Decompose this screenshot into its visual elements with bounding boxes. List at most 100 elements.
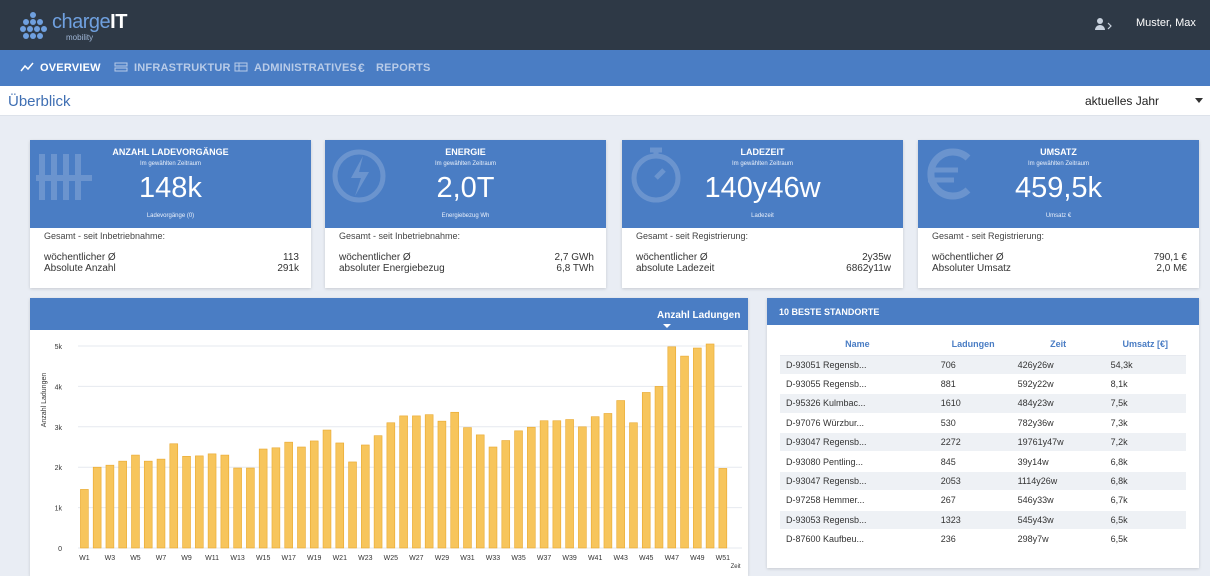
kpi-subtitle: Im gewählten Zeitraum bbox=[731, 161, 794, 167]
bar bbox=[641, 392, 651, 549]
nav-administratives[interactable]: ADMINISTRATIVES bbox=[234, 62, 357, 74]
table-row[interactable]: D-87600 Kaufbeu... 236 298y7w 6,5k bbox=[780, 529, 1186, 549]
table-row[interactable]: D-97076 Würzbur... 530 782y36w 7,3k bbox=[780, 412, 1186, 433]
kpi-row-value: 113 bbox=[283, 252, 299, 263]
kpi-card-header: LADEZEIT Im gewählten Zeitraum 140y46w L… bbox=[622, 140, 903, 228]
kpi-title: ENERGIE bbox=[445, 147, 486, 157]
bar bbox=[284, 441, 293, 549]
kpi-subtitle: Im gewählten Zeitraum bbox=[1027, 161, 1090, 167]
table-row[interactable]: D-93051 Regensb... 706 426y26w 54,3k bbox=[780, 354, 1186, 375]
bar bbox=[718, 468, 728, 549]
kpi-footer: Gesamt - seit Inbetriebnahme: bbox=[44, 231, 166, 241]
x-tick-label: W43 bbox=[613, 555, 628, 562]
x-tick-label: W5 bbox=[130, 555, 141, 562]
kpi-subtitle: Im gewählten Zeitraum bbox=[139, 161, 202, 167]
bar bbox=[501, 440, 511, 549]
column-header[interactable]: Zeit bbox=[1011, 333, 1105, 356]
metric-dropdown[interactable]: Anzahl Ladungen bbox=[657, 310, 748, 332]
table-cell: 7,2k bbox=[1104, 432, 1186, 452]
kpi-card-header: ENERGIE Im gewählten Zeitraum 2,0T Energ… bbox=[325, 140, 606, 228]
table-cell: 236 bbox=[934, 529, 1012, 549]
table-row[interactable]: D-93053 Regensb... 1323 545y43w 6,5k bbox=[780, 509, 1186, 530]
kpi-row-value: 2y35w bbox=[862, 252, 891, 263]
bar bbox=[335, 442, 345, 549]
top-sites-title: 10 BESTE STANDORTE bbox=[779, 307, 880, 317]
bar bbox=[437, 420, 447, 549]
bar bbox=[105, 464, 115, 549]
bar bbox=[309, 440, 319, 549]
bar bbox=[629, 422, 638, 549]
table-cell: 8,1k bbox=[1104, 373, 1186, 394]
nav-infrastruktur-label: INFRASTRUKTUR bbox=[134, 62, 231, 74]
bar bbox=[654, 386, 664, 549]
column-header[interactable]: Name bbox=[780, 333, 935, 356]
bar bbox=[361, 444, 370, 549]
page-title: Überblick bbox=[8, 93, 71, 110]
kpi-row-label: wöchentlicher Ø bbox=[932, 252, 1004, 263]
kpi-title: ANZAHL LADEVORGÄNGE bbox=[112, 147, 229, 157]
chevron-down-icon bbox=[1195, 98, 1203, 103]
table-cell: 6,8k bbox=[1104, 470, 1186, 491]
chevron-down-icon bbox=[663, 324, 671, 328]
x-tick-label: W33 bbox=[486, 555, 501, 562]
table-row[interactable]: D-93055 Regensb... 881 592y22w 8,1k bbox=[780, 373, 1186, 394]
nav-infrastruktur[interactable]: INFRASTRUKTUR bbox=[114, 62, 231, 74]
y-tick-label: 3k bbox=[55, 425, 63, 432]
table-header-row: Name Ladungen Zeit Umsatz [€] bbox=[780, 333, 1186, 356]
table-cell: D-97076 Würzbur... bbox=[780, 412, 935, 433]
x-tick-label: W31 bbox=[460, 555, 475, 562]
table-row[interactable]: D-95326 Kulmbac... 1610 484y23w 7,5k bbox=[780, 393, 1186, 414]
top-sites-table: Name Ladungen Zeit Umsatz [€] D-93051 Regen… bbox=[780, 333, 1186, 549]
user-menu-icon[interactable] bbox=[1094, 16, 1112, 32]
kpi-title: UMSATZ bbox=[1040, 147, 1077, 157]
top-sites-header: 10 BESTE STANDORTE bbox=[767, 298, 1199, 325]
kpi-title: LADEZEIT bbox=[740, 147, 785, 157]
calendar-icon bbox=[234, 62, 248, 72]
main-nav: OVERVIEW INFRASTRUKTUR ADMINISTRATIVES €… bbox=[0, 50, 1210, 86]
bar bbox=[450, 411, 459, 549]
kpi-row-value: 2,7 GWh bbox=[554, 252, 594, 263]
x-tick-label: W9 bbox=[181, 555, 192, 562]
kpi-row-value: 6862y11w bbox=[846, 263, 891, 274]
bar bbox=[616, 400, 625, 549]
nav-overview[interactable]: OVERVIEW bbox=[20, 62, 101, 74]
bar bbox=[143, 460, 153, 549]
x-tick-label: W29 bbox=[435, 555, 450, 562]
table-cell: 881 bbox=[934, 373, 1012, 394]
kpi-footer: Gesamt - seit Inbetriebnahme: bbox=[339, 231, 461, 241]
kpi-row: wöchentlicher Ø 2y35w bbox=[636, 252, 891, 263]
table-row[interactable]: D-93080 Pentling... 845 39y14w 6,8k bbox=[780, 451, 1186, 472]
bar bbox=[246, 467, 255, 549]
bar bbox=[514, 430, 523, 549]
bar bbox=[131, 454, 140, 549]
bar bbox=[348, 461, 357, 549]
kpi-row-value: 6,8 TWh bbox=[556, 263, 594, 274]
x-tick-label: W47 bbox=[665, 555, 680, 562]
kpi-unit: Energiebezug Wh bbox=[441, 213, 490, 219]
top-sites-panel: 10 BESTE STANDORTE Name Ladungen Zeit Umsat… bbox=[767, 298, 1199, 568]
y-tick-label: 1k bbox=[55, 506, 63, 513]
period-select[interactable]: aktuelles Jahr bbox=[1085, 94, 1205, 108]
bar bbox=[271, 447, 281, 549]
table-row[interactable]: D-93047 Regensb... 2053 1114y26w 6,8k bbox=[780, 470, 1186, 491]
bar bbox=[195, 455, 204, 549]
column-header[interactable]: Umsatz [€] bbox=[1104, 333, 1186, 356]
table-cell: 298y7w bbox=[1011, 529, 1105, 549]
x-axis-label: Zeit bbox=[731, 564, 741, 570]
kpi-unit: Ladevorgänge (0) bbox=[146, 213, 195, 219]
bar bbox=[207, 453, 217, 549]
x-tick-label: W7 bbox=[156, 555, 167, 562]
nav-reports[interactable]: € REPORTS bbox=[358, 62, 431, 74]
table-row[interactable]: D-93047 Regensb... 2272 19761y47w 7,2k bbox=[780, 432, 1186, 452]
logo[interactable]: chargeIT mobility bbox=[20, 9, 150, 43]
column-header[interactable]: Ladungen bbox=[934, 333, 1012, 356]
user-name[interactable]: Muster, Max bbox=[1136, 17, 1196, 29]
table-row[interactable]: D-97258 Hemmer... 267 546y33w 6,7k bbox=[780, 490, 1186, 511]
table-cell: 6,5k bbox=[1104, 529, 1186, 549]
kpi-row-label: wöchentlicher Ø bbox=[339, 252, 411, 263]
table-cell: 845 bbox=[934, 451, 1012, 472]
x-tick-label: W11 bbox=[205, 555, 219, 562]
bar bbox=[322, 429, 332, 549]
bar bbox=[539, 420, 549, 549]
bar bbox=[182, 455, 191, 549]
